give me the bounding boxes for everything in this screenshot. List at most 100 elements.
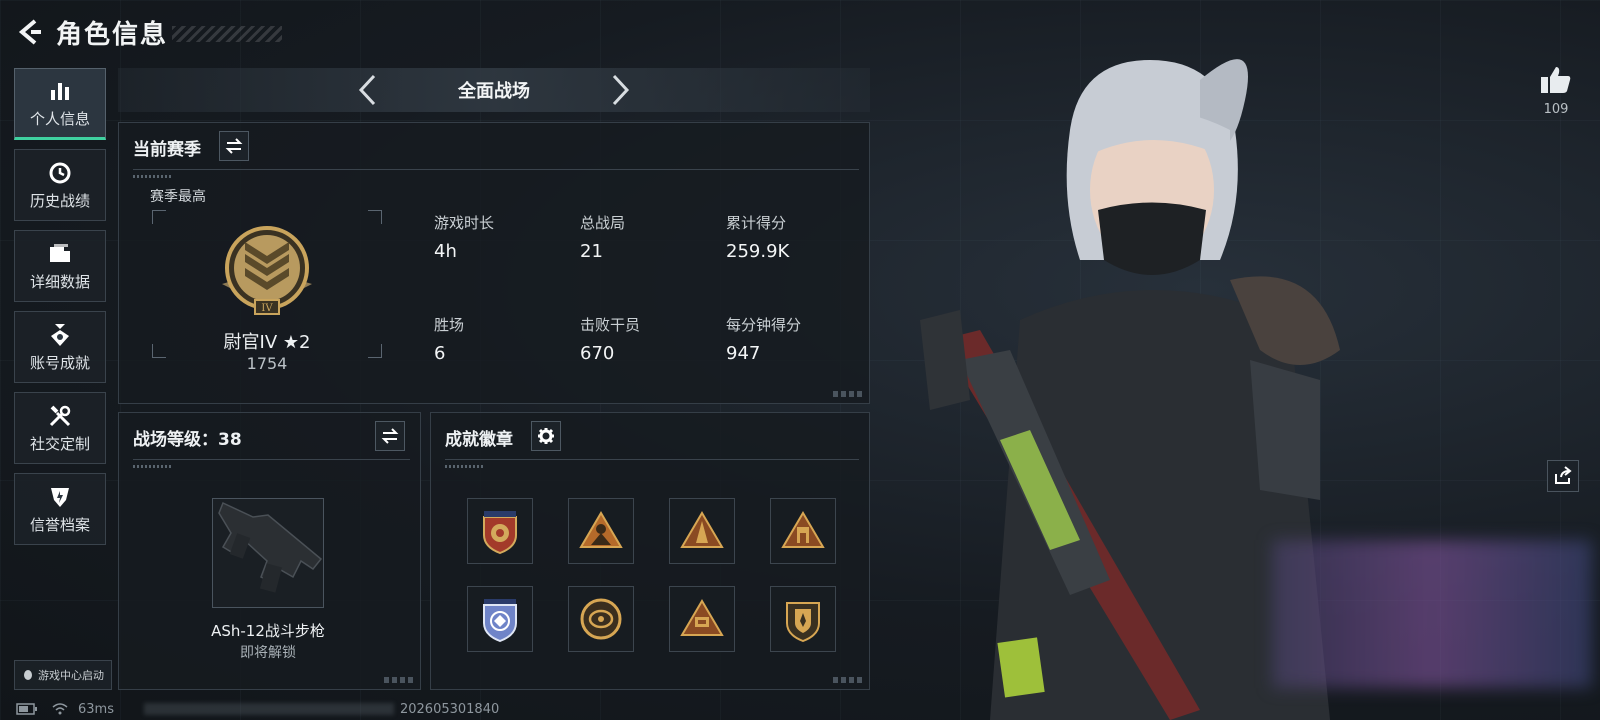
stat-label: 击败干员 [580,316,641,334]
achievement-icon [51,323,69,346]
like-count: 109 [1543,102,1569,117]
prev-mode-button[interactable] [350,72,386,108]
thumbs-up-icon [1541,67,1571,93]
sidebar-item-label: 历史战绩 [29,191,90,210]
triangle-badge-icon [579,511,623,548]
like-button[interactable]: 109 [1536,64,1576,117]
title-decoration [172,26,283,42]
corner-decoration [833,677,863,683]
season-switch-button[interactable] [219,131,249,161]
sidebar: 个人信息 历史战绩 详细数据 账号成就 社交定制 信誉档案 [14,68,106,554]
share-icon [1555,466,1572,484]
badges-title: 成就徽章 [445,430,513,450]
rank-name: 尉官IV ★2 [223,332,311,353]
mode-selector: 全面战场 [118,68,870,112]
chevron-left-icon [358,74,376,106]
back-arrow-icon [18,19,41,45]
sidebar-item-label: 详细数据 [29,272,90,291]
badge-triangle-figure[interactable] [568,498,634,564]
back-button[interactable] [14,12,46,52]
weapon-unlock-status: 即将解锁 [240,645,296,661]
sidebar-item-label: 信誉档案 [29,515,90,534]
rank-score: 1754 [246,354,288,373]
bar-chart-icon [51,82,69,100]
stat-label: 总战局 [580,214,626,232]
rifle-icon [218,501,323,593]
badge-triangle-58[interactable] [669,586,735,652]
sidebar-item-social[interactable]: 社交定制 [14,392,106,464]
battlefield-switch-button[interactable] [375,421,405,451]
badge-settings-button[interactable] [531,421,561,451]
stat-value: 4h [434,241,457,262]
qq-icon [24,670,32,680]
swap-icon [225,138,243,154]
credit-icon [51,487,69,507]
next-mode-button[interactable] [602,72,638,108]
blurred-region [1272,540,1592,688]
badge-shield-stars[interactable] [467,498,533,564]
shield-badge-icon [483,511,517,555]
stat-value: 259.9K [726,241,790,262]
sidebar-item-credit[interactable]: 信誉档案 [14,473,106,545]
stat-kills: 击败干员 670 [580,314,640,364]
folder-icon [50,243,70,262]
stat-value: 6 [434,343,446,364]
wifi-icon [52,703,68,715]
tools-icon [49,405,71,426]
stat-total-score: 累计得分 259.9K [726,212,789,262]
sidebar-item-label: 个人信息 [29,109,90,128]
badge-shield-blue[interactable] [467,586,533,652]
battery-icon [16,703,37,715]
divider [133,169,859,178]
battlefield-level-title: 战场等级：38 [133,430,242,450]
stat-value: 21 [580,241,603,262]
gear-icon [538,428,554,444]
weapon-reward-slot[interactable] [212,498,324,608]
stat-label: 胜场 [434,316,465,334]
triangle-badge-icon [781,511,825,548]
share-button[interactable] [1547,460,1579,492]
chevron-right-icon [612,74,630,106]
game-center-launch-button[interactable]: 游戏中心启动 [14,660,112,690]
sidebar-item-achievements[interactable]: 账号成就 [14,311,106,383]
corner-decoration [833,391,863,397]
triangle-badge-icon [680,599,724,636]
corner-decoration [384,677,414,683]
stat-label: 每分钟得分 [726,316,802,334]
sidebar-item-details[interactable]: 详细数据 [14,230,106,302]
badge-shield-emblem[interactable] [770,586,836,652]
timestamp: 202605301840 [399,701,500,717]
badge-triangle-tower[interactable] [669,498,735,564]
sidebar-item-label: 社交定制 [29,434,90,453]
stat-play-time: 游戏时长 4h [434,212,494,262]
weapon-name: ASh-12战斗步枪 [211,622,325,640]
stat-label: 累计得分 [726,214,787,232]
history-icon [49,162,71,183]
launch-label: 游戏中心启动 [38,669,104,682]
svg-text:IV: IV [261,303,273,314]
stat-total-matches: 总战局 21 [580,212,625,262]
season-title: 当前赛季 [133,140,201,160]
badge-circle-gold[interactable] [568,586,634,652]
page-header: 角色信息 [14,12,283,52]
divider [133,459,410,468]
ping-value: 63ms [78,701,114,717]
shield-badge-icon [786,602,820,643]
divider [445,459,859,468]
stat-score-per-minute: 每分钟得分 947 [726,314,801,364]
badge-triangle-arch[interactable] [770,498,836,564]
season-best-label: 赛季最高 [150,189,206,205]
sidebar-item-history[interactable]: 历史战绩 [14,149,106,221]
stat-value: 670 [580,343,615,364]
sidebar-item-personal-info[interactable]: 个人信息 [14,68,106,140]
rank-emblem-icon: IV [222,226,312,315]
sidebar-item-label: 账号成就 [29,353,90,372]
page-title: 角色信息 [56,19,169,50]
circle-badge-icon [580,598,622,640]
shield-badge-icon [483,599,517,643]
status-bar: 63ms 202605301840 [16,700,499,718]
stat-label: 游戏时长 [434,214,495,232]
swap-icon [381,428,399,444]
stat-wins: 胜场 6 [434,314,464,364]
stat-value: 947 [726,343,761,364]
